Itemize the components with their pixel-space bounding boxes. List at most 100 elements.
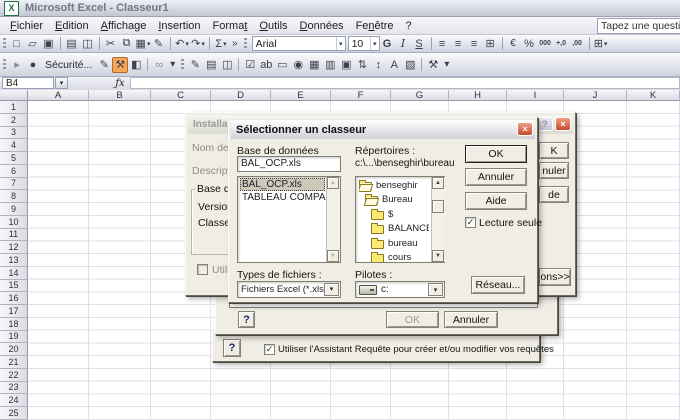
menu-donnees[interactable]: Données <box>294 19 350 33</box>
query-wizard-checkbox[interactable]: ✓ <box>264 344 275 355</box>
command-button-icon[interactable]: ▭ <box>274 57 290 73</box>
separator[interactable] <box>99 37 100 50</box>
help-button[interactable]: de <box>539 186 569 203</box>
format-painter-icon[interactable]: ✎ <box>151 36 167 52</box>
copy-icon[interactable]: ⧉ <box>119 36 135 52</box>
row-header[interactable]: 24 <box>0 394 28 407</box>
save-icon[interactable]: ▣ <box>41 36 57 52</box>
merge-center-icon[interactable]: ⊞ <box>483 36 499 52</box>
name-box[interactable]: B4 <box>2 77 54 89</box>
directory-item[interactable]: bureau <box>359 236 429 251</box>
ok-button[interactable]: K <box>539 142 569 159</box>
chevron-down-icon[interactable]: ▾ <box>336 37 345 50</box>
separator[interactable] <box>421 58 422 71</box>
formula-input[interactable] <box>130 77 680 89</box>
menu-aide[interactable]: ? <box>400 19 418 33</box>
name-box-dropdown-icon[interactable]: ▾ <box>55 77 68 89</box>
menu-outils[interactable]: Outils <box>253 19 293 33</box>
close-icon[interactable]: × <box>517 122 533 136</box>
decrease-decimal-icon[interactable]: ,00 <box>570 36 586 52</box>
scroll-up-icon[interactable]: ▲ <box>432 177 444 189</box>
paste-icon[interactable]: ▦▾ <box>135 36 151 52</box>
row-header[interactable]: 21 <box>0 356 28 369</box>
chevron-down-icon[interactable]: ▾ <box>370 37 379 50</box>
row-header[interactable]: 23 <box>0 382 28 395</box>
text-box-icon[interactable]: ab <box>258 57 274 73</box>
column-header[interactable]: C <box>151 90 211 101</box>
row-header[interactable]: 17 <box>0 305 28 318</box>
help-icon[interactable]: ? <box>537 117 553 131</box>
font-size-select[interactable]: 10 ▾ <box>348 36 380 51</box>
row-header[interactable]: 8 <box>0 190 28 203</box>
row-header[interactable]: 20 <box>0 343 28 356</box>
file-list-item[interactable]: TABLEAU COMPAR.xls <box>240 191 325 204</box>
directory-item[interactable]: BALANCE OCP <box>359 222 429 237</box>
directory-item[interactable]: benseghir <box>359 178 429 193</box>
row-header[interactable]: 7 <box>0 178 28 191</box>
directory-item[interactable]: cours <box>359 251 429 264</box>
scroll-down-icon[interactable]: ▼ <box>432 250 444 262</box>
question-input[interactable] <box>597 18 680 34</box>
menu-fichier[interactable]: Fichier <box>4 19 49 33</box>
help-button[interactable]: ? <box>238 311 255 328</box>
toolbar-grip[interactable] <box>3 38 6 50</box>
separator[interactable] <box>502 37 503 50</box>
design-mode-icon[interactable]: ✎ <box>187 57 203 73</box>
column-header[interactable]: B <box>89 90 151 101</box>
label-icon[interactable]: A <box>386 57 402 73</box>
column-header[interactable]: H <box>449 90 507 101</box>
image-icon[interactable]: ▧ <box>402 57 418 73</box>
increase-decimal-icon[interactable]: +,0 <box>554 36 570 52</box>
security-button[interactable]: Sécurité... <box>41 59 96 71</box>
autosum-icon[interactable]: Σ▾ <box>213 36 229 52</box>
thousands-icon[interactable]: 000 <box>538 36 554 52</box>
properties-icon[interactable]: ▤ <box>203 57 219 73</box>
help-button[interactable]: Aide <box>465 192 527 210</box>
menu-format[interactable]: Format <box>207 19 254 33</box>
file-list-scrollbar[interactable]: ▲ ▼ <box>326 177 340 262</box>
separator[interactable] <box>431 37 432 50</box>
bold-icon[interactable]: G <box>380 36 396 52</box>
directory-item[interactable]: Bureau <box>359 193 429 208</box>
combo-box-icon[interactable]: ▦ <box>306 57 322 73</box>
separator[interactable] <box>60 37 61 50</box>
options-button[interactable]: ons>> <box>539 268 571 286</box>
cut-icon[interactable]: ✂ <box>103 36 119 52</box>
column-header[interactable]: E <box>271 90 331 101</box>
file-types-select[interactable]: Fichiers Excel (*.xls) ▾ <box>237 281 341 298</box>
dialog-title-bar[interactable]: Sélectionner un classeur <box>231 120 535 139</box>
column-header[interactable]: K <box>627 90 680 101</box>
underline-icon[interactable]: S <box>412 36 428 52</box>
row-header[interactable]: 11 <box>0 229 28 242</box>
file-list-item[interactable]: BAL_OCP.xls <box>240 178 325 191</box>
toolbar-options-icon[interactable]: ▾ <box>441 59 452 70</box>
align-right-icon[interactable]: ≡ <box>467 36 483 52</box>
read-only-checkbox[interactable]: ✓ <box>465 217 476 228</box>
toolbar-grip[interactable] <box>3 59 6 71</box>
scroll-bar-icon[interactable]: ↕ <box>370 57 386 73</box>
scrollbar-thumb[interactable] <box>432 200 444 213</box>
align-center-icon[interactable]: ≡ <box>451 36 467 52</box>
font-name-select[interactable]: Arial ▾ <box>252 36 346 51</box>
menu-affichage[interactable]: Affichage <box>95 19 153 33</box>
menu-edition[interactable]: Edition <box>49 19 95 33</box>
row-header[interactable]: 19 <box>0 331 28 344</box>
chevron-down-icon[interactable]: ▾ <box>324 283 339 296</box>
column-header[interactable]: G <box>391 90 449 101</box>
redo-icon[interactable]: ↷▾ <box>190 36 206 52</box>
chevron-down-icon[interactable]: ▾ <box>428 283 443 296</box>
toggle-button-icon[interactable]: ▣ <box>338 57 354 73</box>
network-button[interactable]: Réseau... <box>471 276 525 294</box>
row-header[interactable]: 18 <box>0 318 28 331</box>
directory-list-scrollbar[interactable]: ▲ ▼ <box>431 177 445 262</box>
scroll-up-icon[interactable]: ▲ <box>327 177 339 189</box>
separator[interactable] <box>147 58 148 71</box>
check-box-icon[interactable]: ☑ <box>242 57 258 73</box>
print-preview-icon[interactable]: ◫ <box>80 36 96 52</box>
row-header[interactable]: 3 <box>0 127 28 140</box>
cancel-button[interactable]: Annuler <box>465 168 527 186</box>
percent-icon[interactable]: % <box>522 36 538 52</box>
row-header[interactable]: 2 <box>0 114 28 127</box>
control-toolbox-icon[interactable]: ⚒ <box>112 57 128 73</box>
toolbar-options-icon[interactable]: ▾ <box>167 59 178 70</box>
